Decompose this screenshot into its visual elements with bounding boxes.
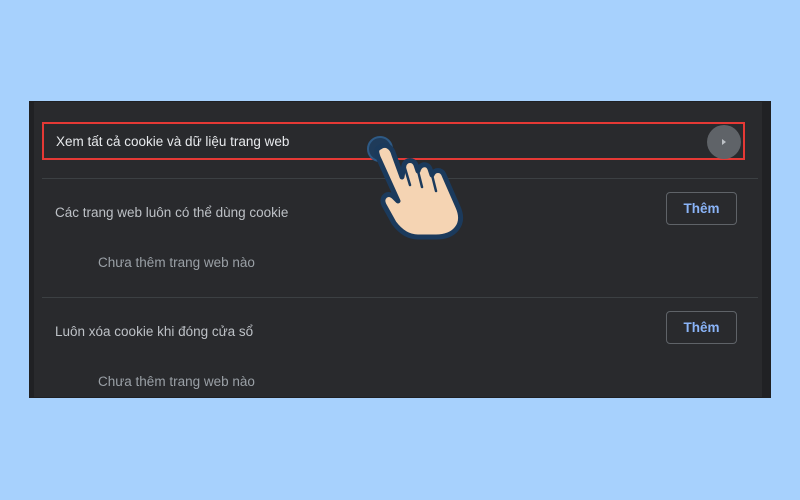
see-all-cookies-arrow-button[interactable] (707, 125, 741, 159)
add-allowed-site-button[interactable]: Thêm (666, 192, 737, 225)
clear-on-exit-title: Luôn xóa cookie khi đóng cửa sổ (55, 324, 254, 339)
section-divider (42, 297, 758, 298)
clear-on-exit-empty-text: Chưa thêm trang web nào (98, 374, 255, 389)
add-clear-on-exit-site-button[interactable]: Thêm (666, 311, 737, 344)
chevron-right-icon (722, 139, 726, 145)
section-divider (42, 178, 758, 179)
see-all-cookies-label: Xem tất cả cookie và dữ liệu trang web (56, 134, 290, 149)
see-all-cookies-row[interactable]: Xem tất cả cookie và dữ liệu trang web (42, 122, 745, 160)
allowed-sites-title: Các trang web luôn có thể dùng cookie (55, 205, 289, 220)
cookie-settings-panel: Xem tất cả cookie và dữ liệu trang web C… (30, 102, 770, 397)
allowed-sites-empty-text: Chưa thêm trang web nào (98, 255, 255, 270)
